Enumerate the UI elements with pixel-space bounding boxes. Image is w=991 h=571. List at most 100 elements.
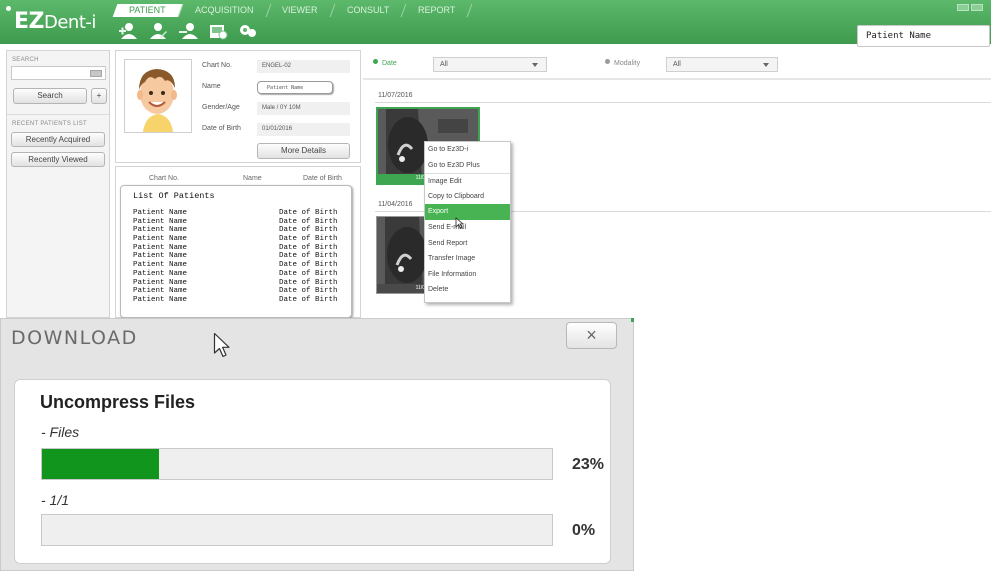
study-divider-1 xyxy=(375,102,991,103)
more-details-button[interactable]: More Details xyxy=(257,143,350,159)
list-item-name: Patient Name xyxy=(133,235,188,244)
study-date-2: 11/04/2016 xyxy=(378,201,413,208)
list-item-dob: Date of Birth xyxy=(279,295,338,304)
list-item-dob: Date of Birth xyxy=(279,217,338,226)
list-item-name: Patient Name xyxy=(133,252,188,261)
menu-item-go-to-ez3d-plus[interactable]: Go to Ez3D Plus xyxy=(425,158,510,174)
tools-icon[interactable] xyxy=(237,22,259,40)
patient-list-title: List Of Patients xyxy=(133,191,215,201)
list-item: Patient Name Date of Birth xyxy=(133,296,347,305)
edit-patient-icon[interactable] xyxy=(147,22,169,40)
list-item: Patient Name Date of Birth xyxy=(133,287,347,296)
list-item-dob: Date of Birth xyxy=(279,226,338,235)
list-item-name: Patient Name xyxy=(133,278,188,287)
patient-list-panel: Chart No. Name Date of Birth List Of Pat… xyxy=(115,166,361,318)
image-import-icon[interactable] xyxy=(207,22,229,40)
date-select[interactable]: All xyxy=(433,57,547,72)
app-logo: EZDent-i xyxy=(6,6,96,34)
patient-name-search[interactable]: Patient Name xyxy=(857,25,990,47)
dialog-heading: Uncompress Files xyxy=(40,392,196,412)
list-item-name: Patient Name xyxy=(133,226,188,235)
tab-report[interactable]: REPORT xyxy=(401,4,473,17)
dialog-title: DOWNLOAD xyxy=(11,327,138,349)
menu-item-file-information[interactable]: File Information xyxy=(425,267,510,283)
list-item-name: Patient Name xyxy=(133,295,188,304)
menu-item-send-email[interactable]: Send E-mail xyxy=(425,220,510,236)
menu-item-image-edit[interactable]: Image Edit xyxy=(425,173,510,189)
main-tabs: PATIENT ACQUISITION VIEWER CONSULT REPOR… xyxy=(112,4,473,17)
study-date-1: 11/07/2016 xyxy=(378,92,413,99)
recently-acquired-button[interactable]: Recently Acquired xyxy=(11,132,105,147)
patient-list-tooltip: List Of Patients Patient Name Date of Bir… xyxy=(120,185,352,318)
search-input[interactable] xyxy=(11,66,106,80)
tab-consult[interactable]: CONSULT xyxy=(330,4,407,17)
menu-item-delete[interactable]: Delete xyxy=(425,282,510,298)
restore-icon[interactable] xyxy=(971,4,983,11)
patient-name-field[interactable]: Patient Name xyxy=(257,81,333,94)
chart-no-label: Chart No. xyxy=(202,62,232,69)
col-dob[interactable]: Date of Birth xyxy=(303,175,342,182)
menu-item-copy-to-clipboard[interactable]: Copy to Clipboard xyxy=(425,189,510,205)
app-window: EZDent-i PATIENT ACQUISITION VIEWER CONS… xyxy=(0,0,991,571)
patient-avatar xyxy=(124,59,192,133)
toolbar xyxy=(117,22,259,40)
chart-no-value: ENGEL-02 xyxy=(257,60,350,73)
current-progress-percent: 0% xyxy=(572,522,596,539)
patient-list-rows: Patient Name Date of Birth Patient Name Dat… xyxy=(133,209,347,305)
tab-acquisition[interactable]: ACQUISITION xyxy=(178,4,271,17)
search-button[interactable]: Search xyxy=(13,88,87,104)
list-item: Patient Name Date of Birth xyxy=(133,252,347,261)
list-item: Patient Name Date of Birth xyxy=(133,226,347,235)
list-item: Patient Name Date of Birth xyxy=(133,270,347,279)
list-item-dob: Date of Birth xyxy=(279,252,338,261)
list-item-name: Patient Name xyxy=(133,261,188,270)
list-item-name: Patient Name xyxy=(133,217,188,226)
files-progress-percent: 23% xyxy=(572,456,605,473)
minimize-icon[interactable] xyxy=(957,4,969,11)
files-progress-bar xyxy=(41,448,553,480)
list-item: Patient Name Date of Birth xyxy=(133,218,347,227)
files-label: - Files xyxy=(41,424,80,440)
list-item: Patient Name Date of Birth xyxy=(133,244,347,253)
dialog-body: Uncompress Files - Files 23% - 1/1 0% xyxy=(14,379,611,564)
gender-age-value: Male / 0Y 10M xyxy=(257,102,350,115)
menu-item-export[interactable]: Export xyxy=(425,204,510,220)
col-chart-no[interactable]: Chart No. xyxy=(149,175,179,182)
tab-patient[interactable]: PATIENT xyxy=(112,4,184,17)
window-controls xyxy=(957,4,983,11)
menu-item-go-to-ez3d-i[interactable]: Go to Ez3D-i xyxy=(425,142,510,158)
left-sidebar: SEARCH Search + RECENT PATIENTS LIST Rec… xyxy=(6,50,110,318)
modality-select[interactable]: All xyxy=(666,57,778,72)
close-button[interactable]: × xyxy=(566,322,617,349)
menu-item-send-report[interactable]: Send Report xyxy=(425,236,510,252)
menu-item-transfer-image[interactable]: Transfer Image xyxy=(425,251,510,267)
download-dialog: DOWNLOAD × Uncompress Files - Files 23% … xyxy=(0,318,634,571)
patient-info-card: Chart No. ENGEL-02 Name Patient Name Gen… xyxy=(115,50,361,163)
recent-list-label: RECENT PATIENTS LIST xyxy=(12,121,88,127)
col-name[interactable]: Name xyxy=(243,175,262,182)
add-button[interactable]: + xyxy=(91,88,107,104)
list-item-name: Patient Name xyxy=(133,287,188,296)
list-item-dob: Date of Birth xyxy=(279,243,338,252)
context-menu: Go to Ez3D-i Go to Ez3D Plus Image Edit … xyxy=(424,141,511,303)
date-radio[interactable]: Date xyxy=(373,59,397,67)
filter-bar: Date All Modality All xyxy=(363,50,991,80)
modality-radio[interactable]: Modality xyxy=(605,59,640,67)
list-item-dob: Date of Birth xyxy=(279,287,338,296)
name-label: Name xyxy=(202,83,221,90)
add-patient-icon[interactable] xyxy=(117,22,139,40)
list-item: Patient Name Date of Birth xyxy=(133,261,347,270)
tab-viewer[interactable]: VIEWER xyxy=(265,4,336,17)
current-file-label: - 1/1 xyxy=(41,492,70,508)
current-progress-bar xyxy=(41,514,553,546)
recently-viewed-button[interactable]: Recently Viewed xyxy=(11,152,105,167)
dob-value: 01/01/2016 xyxy=(257,123,350,136)
list-item-name: Patient Name xyxy=(133,209,188,217)
list-item-dob: Date of Birth xyxy=(279,261,338,270)
keyboard-icon[interactable] xyxy=(90,70,102,77)
list-item: Patient Name Date of Birth xyxy=(133,209,347,218)
search-section-label: SEARCH xyxy=(12,57,39,63)
delete-patient-icon[interactable] xyxy=(177,22,199,40)
dialog-edge-accent xyxy=(631,318,634,322)
top-bar: EZDent-i PATIENT ACQUISITION VIEWER CONS… xyxy=(0,0,991,44)
